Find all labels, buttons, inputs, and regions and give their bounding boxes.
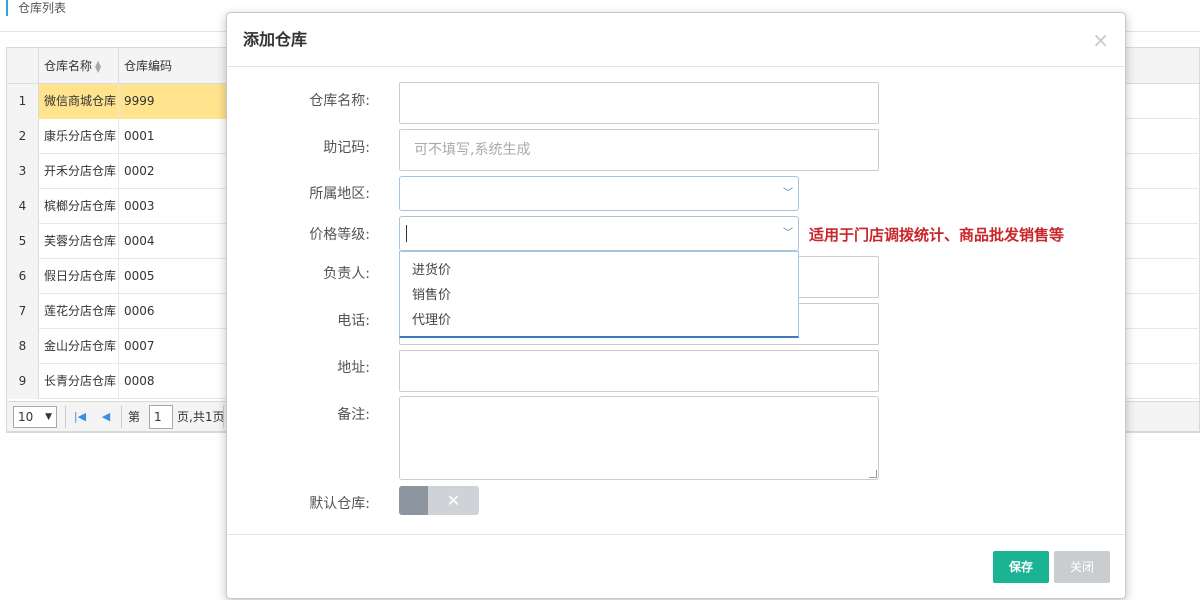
dialog-footer: 保存 关闭	[227, 534, 1125, 598]
pager-separator	[121, 406, 122, 428]
dropdown-option-purchase-price[interactable]: 进货价	[400, 258, 798, 283]
warehouse-code-cell: 0006	[124, 304, 155, 318]
dropdown-option-agent-price[interactable]: 代理价	[400, 308, 798, 333]
add-warehouse-dialog: 添加仓库 × 仓库名称: 助记码: 所属地区: ﹀ 价格等级: ﹀ 适用于门店调…	[226, 12, 1126, 599]
warehouse-code-cell: 0008	[124, 374, 155, 388]
price-level-select[interactable]: ﹀	[399, 216, 799, 251]
default-warehouse-label: 默认仓库:	[309, 496, 370, 512]
warehouse-name-cell: 微信商城仓库	[39, 84, 119, 119]
warehouse-name-cell: 康乐分店仓库	[39, 119, 119, 154]
pager-separator	[223, 406, 224, 428]
price-level-label: 价格等级:	[309, 227, 370, 243]
row-number: 6	[7, 259, 39, 294]
warehouse-code-cell: 0003	[124, 199, 155, 213]
warehouse-code-cell: 0001	[124, 129, 155, 143]
warehouse-code-cell: 9999	[119, 84, 229, 119]
row-number: 4	[7, 189, 39, 224]
header-name-label: 仓库名称	[44, 59, 93, 73]
caret-down-icon: ▼	[45, 412, 52, 422]
manager-label: 负责人:	[323, 266, 370, 282]
row-number: 1	[7, 84, 39, 119]
page-prefix: 第	[128, 410, 141, 424]
remark-textarea[interactable]	[399, 396, 879, 480]
warehouse-code-cell: 0007	[124, 339, 155, 353]
page-total: 页,共1页	[177, 410, 225, 424]
row-number: 5	[7, 224, 39, 259]
mnemonic-input[interactable]	[399, 129, 879, 171]
remark-label: 备注:	[337, 407, 370, 423]
close-button[interactable]: 关闭	[1054, 551, 1110, 583]
warehouse-name-input[interactable]	[399, 82, 879, 124]
text-cursor	[406, 225, 407, 242]
row-number: 8	[7, 329, 39, 364]
row-number: 2	[7, 119, 39, 154]
header-warehouse-code[interactable]: 仓库编码	[119, 48, 229, 84]
row-number: 3	[7, 154, 39, 189]
address-input[interactable]	[399, 350, 879, 392]
first-page-icon[interactable]: |◀	[73, 409, 87, 425]
dialog-header: 添加仓库 ×	[227, 13, 1125, 67]
warehouse-name-cell: 莲花分店仓库	[39, 294, 119, 329]
phone-label: 电话:	[337, 313, 370, 329]
warehouse-name-cell: 假日分店仓库	[39, 259, 119, 294]
header-row-number	[7, 48, 39, 84]
region-select[interactable]: ﹀	[399, 176, 799, 211]
close-icon[interactable]: ×	[1092, 13, 1109, 67]
warehouse-name-cell: 金山分店仓库	[39, 329, 119, 364]
warehouse-name-cell: 长青分店仓库	[39, 364, 119, 399]
warehouse-code-cell: 0005	[124, 269, 155, 283]
row-number: 9	[7, 364, 39, 399]
dialog-title: 添加仓库	[243, 30, 308, 49]
warehouse-name-cell: 芙蓉分店仓库	[39, 224, 119, 259]
page-size-select[interactable]: 10 ▼	[13, 406, 57, 428]
price-level-hint: 适用于门店调拨统计、商品批发销售等	[809, 226, 1065, 244]
page-title: 仓库列表	[6, 0, 66, 16]
chevron-down-icon: ﹀	[783, 188, 793, 199]
warehouse-name-label: 仓库名称:	[309, 93, 370, 109]
header-warehouse-name[interactable]: 仓库名称 ▲ ▼	[39, 48, 119, 84]
warehouse-code-cell: 0002	[124, 164, 155, 178]
toggle-knob	[399, 486, 428, 515]
default-warehouse-toggle[interactable]: ✕	[399, 486, 479, 515]
page-size-value: 10	[18, 410, 34, 424]
prev-page-icon[interactable]: ◀	[99, 409, 113, 425]
row-number: 7	[7, 294, 39, 329]
page-number-input[interactable]: 1	[149, 405, 173, 429]
warehouse-name-cell: 开禾分店仓库	[39, 154, 119, 189]
save-button[interactable]: 保存	[993, 551, 1049, 583]
price-level-dropdown: 进货价 销售价 代理价	[399, 251, 799, 338]
resize-handle-icon[interactable]	[869, 470, 877, 478]
chevron-down-icon: ﹀	[783, 228, 793, 239]
x-icon: ✕	[446, 491, 461, 510]
warehouse-name-cell: 槟榔分店仓库	[39, 189, 119, 224]
dropdown-option-sale-price[interactable]: 销售价	[400, 283, 798, 308]
sort-icon[interactable]: ▲ ▼	[95, 59, 103, 73]
region-label: 所属地区:	[309, 186, 370, 202]
warehouse-code-cell: 0004	[124, 234, 155, 248]
mnemonic-label: 助记码:	[323, 140, 370, 156]
address-label: 地址:	[337, 360, 370, 376]
pager-separator	[65, 406, 66, 428]
